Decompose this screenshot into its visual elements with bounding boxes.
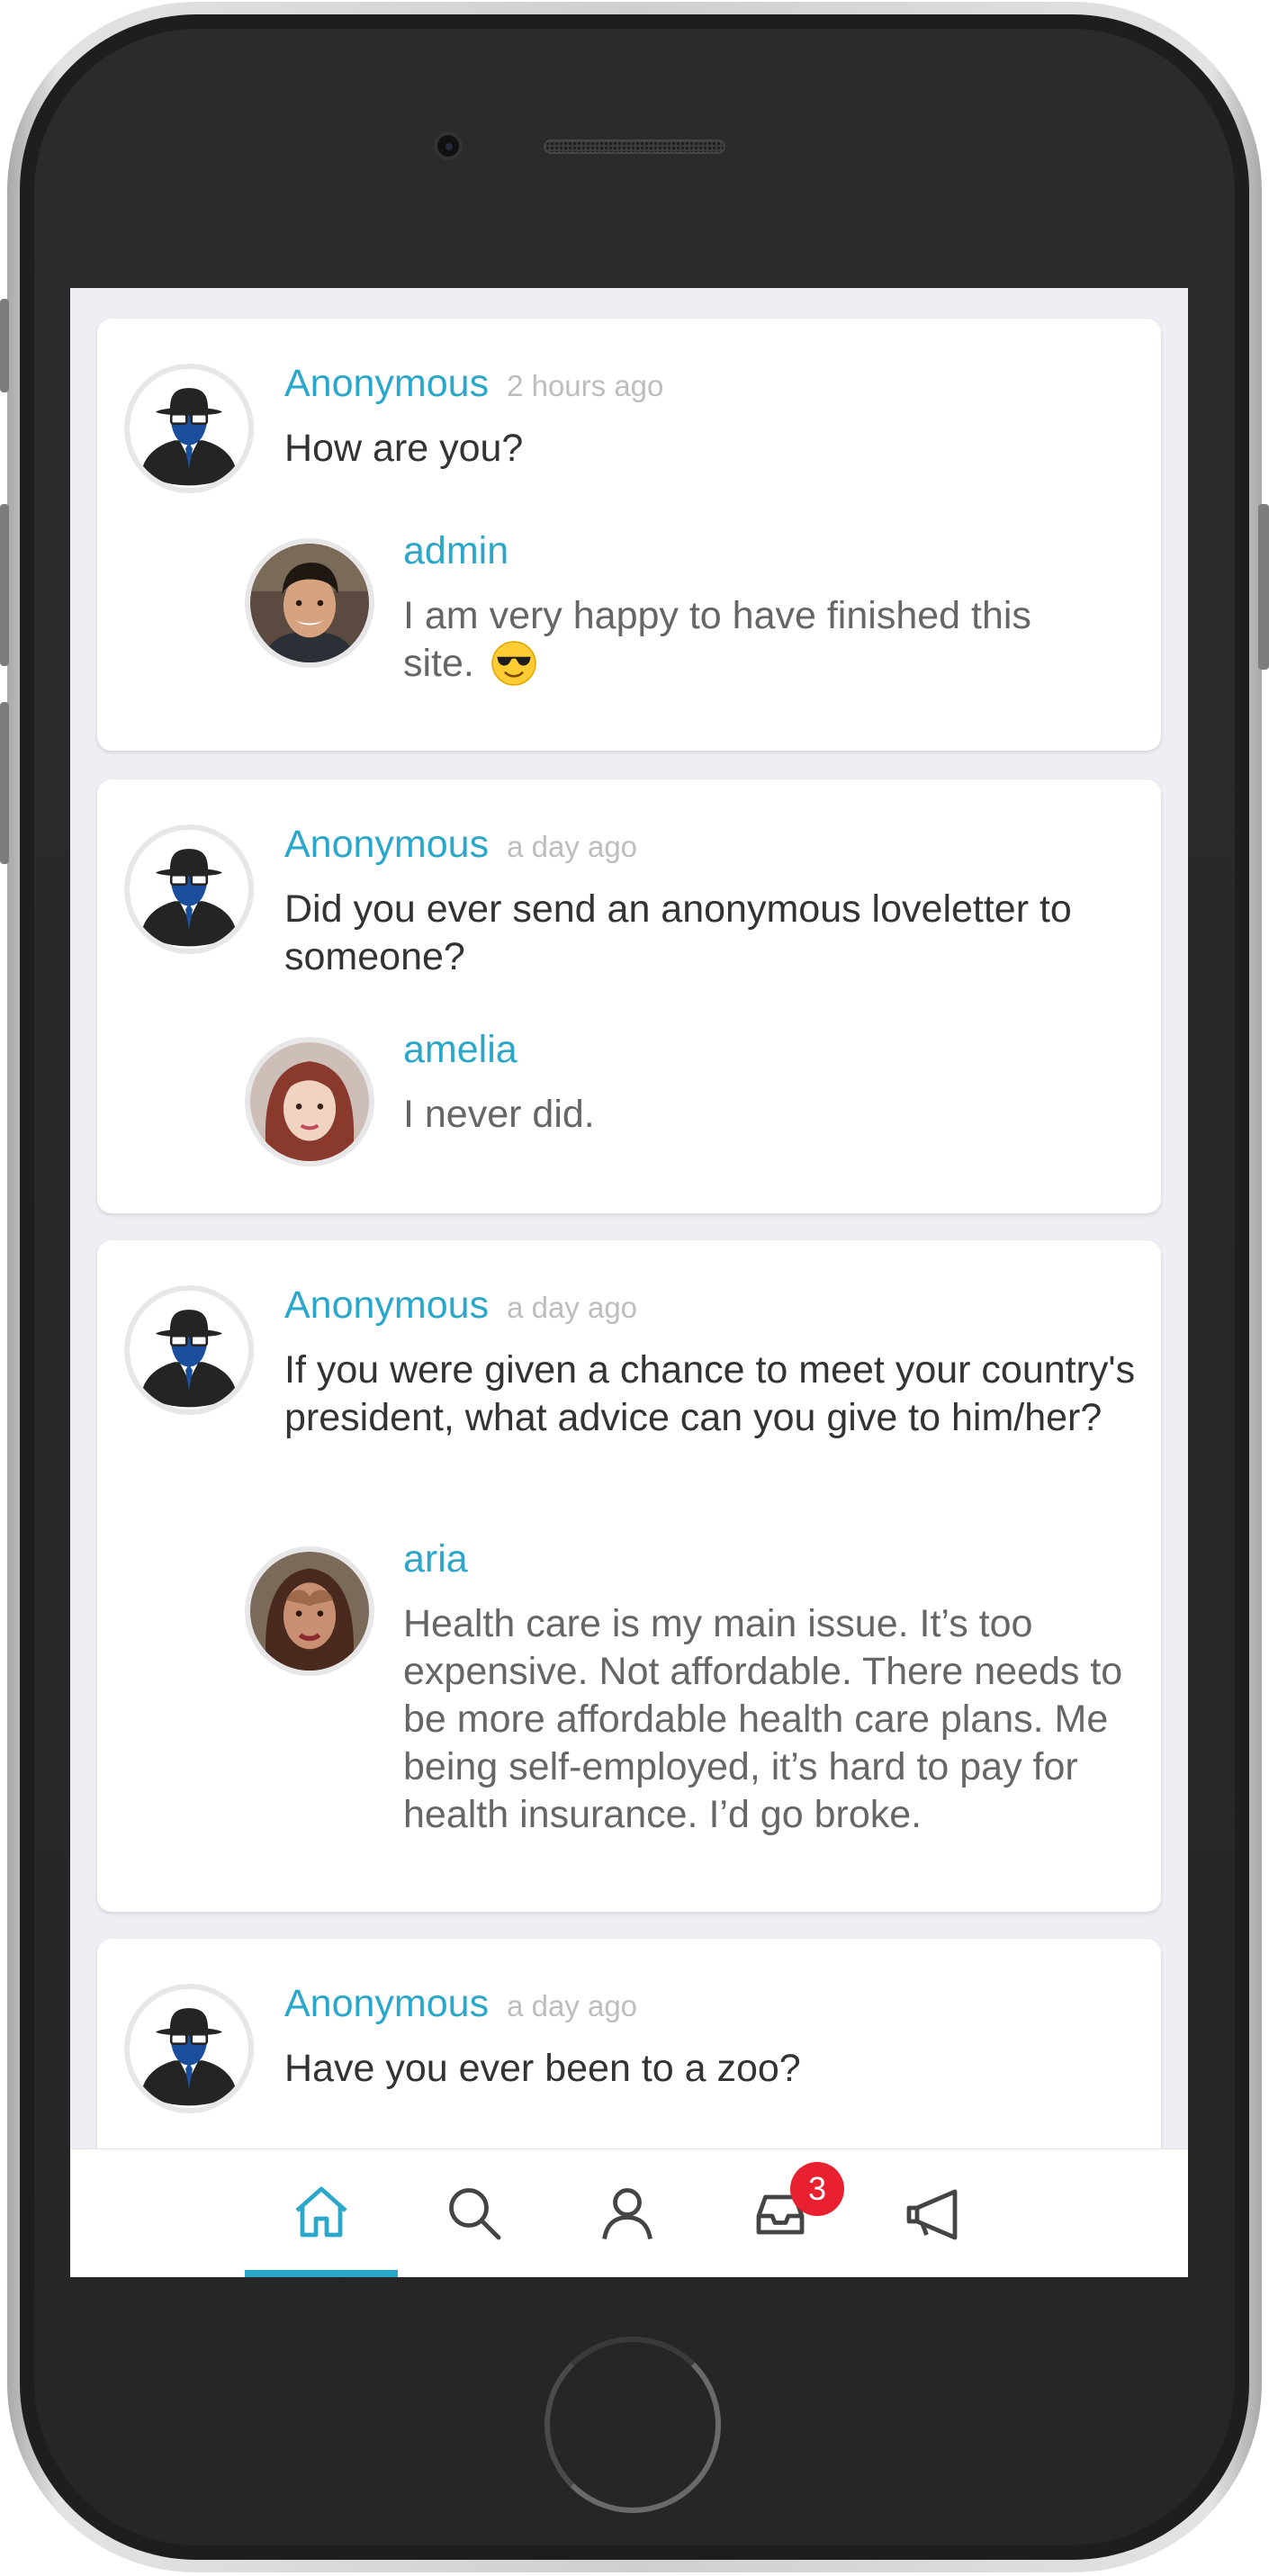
anonymous-avatar[interactable] [124,1984,254,2113]
home-icon [295,2186,347,2238]
megaphone-icon [906,2189,958,2240]
answerer-name[interactable]: admin [403,529,508,573]
question-card: Anonymous a day ago If you were given a c… [97,1240,1161,1912]
answer-text: Health care is my main issue. It’s too e… [403,1602,1123,1836]
question-timestamp: a day ago [507,1291,638,1324]
front-camera [434,131,463,160]
asker-name[interactable]: Anonymous [284,1982,489,2025]
question-header: Anonymous a day ago [284,823,637,867]
question-text: Did you ever send an anonymous lovelette… [284,887,1072,978]
question-card: Anonymous a day ago Have you ever been to… [97,1939,1161,2151]
mute-switch [0,299,9,392]
question-timestamp: a day ago [507,830,638,863]
profile-icon [602,2188,652,2239]
tab-search[interactable] [398,2149,551,2277]
question-header: Anonymous a day ago [284,1283,637,1328]
asker-name[interactable]: Anonymous [284,1283,489,1327]
answerer-avatar[interactable] [245,1546,374,1676]
answerer-avatar[interactable] [245,1037,374,1166]
tab-home[interactable] [245,2149,398,2277]
asker-name[interactable]: Anonymous [284,362,489,405]
asker-name[interactable]: Anonymous [284,823,489,866]
question-header: Anonymous a day ago [284,1982,637,2026]
question-text: How are you? [284,427,524,470]
answer-line: site. [403,642,474,685]
questions-feed[interactable]: Anonymous 2 hours ago How are you? admin … [70,288,1188,2151]
volume-up-button [0,504,9,666]
answerer-name[interactable]: amelia [403,1028,518,1072]
home-button[interactable] [544,2337,721,2513]
answer-text: I never did. [403,1093,595,1136]
anonymous-avatar[interactable] [124,1285,254,1415]
answer-text: I am very happy to have finished this si… [403,592,1132,688]
question-timestamp: a day ago [507,1989,638,2022]
question-text: Have you ever been to a zoo? [284,2047,801,2090]
inbox-badge: 3 [790,2162,844,2216]
tab-announcements[interactable] [857,2149,1010,2277]
app-screen: Anonymous 2 hours ago How are you? admin … [70,288,1188,2277]
earpiece-speaker [544,140,725,154]
search-icon [449,2188,501,2240]
answer-line: I am very happy to have finished this [403,594,1031,637]
sunglasses-emoji-icon [491,641,536,686]
tab-profile[interactable] [551,2149,704,2277]
power-button [1258,504,1269,670]
volume-down-button [0,702,9,864]
question-text: If you were given a chance to meet your … [284,1348,1136,1439]
anonymous-avatar[interactable] [124,364,254,493]
question-header: Anonymous 2 hours ago [284,362,663,406]
question-card: Anonymous a day ago Did you ever send an … [97,779,1161,1213]
question-timestamp: 2 hours ago [507,369,664,402]
bottom-tab-bar: 3 [70,2148,1188,2277]
tab-inbox[interactable]: 3 [704,2149,857,2277]
active-tab-indicator [245,2270,398,2277]
answerer-name[interactable]: aria [403,1537,468,1581]
anonymous-avatar[interactable] [124,824,254,954]
question-card: Anonymous 2 hours ago How are you? admin … [97,319,1161,751]
answerer-avatar[interactable] [245,538,374,668]
